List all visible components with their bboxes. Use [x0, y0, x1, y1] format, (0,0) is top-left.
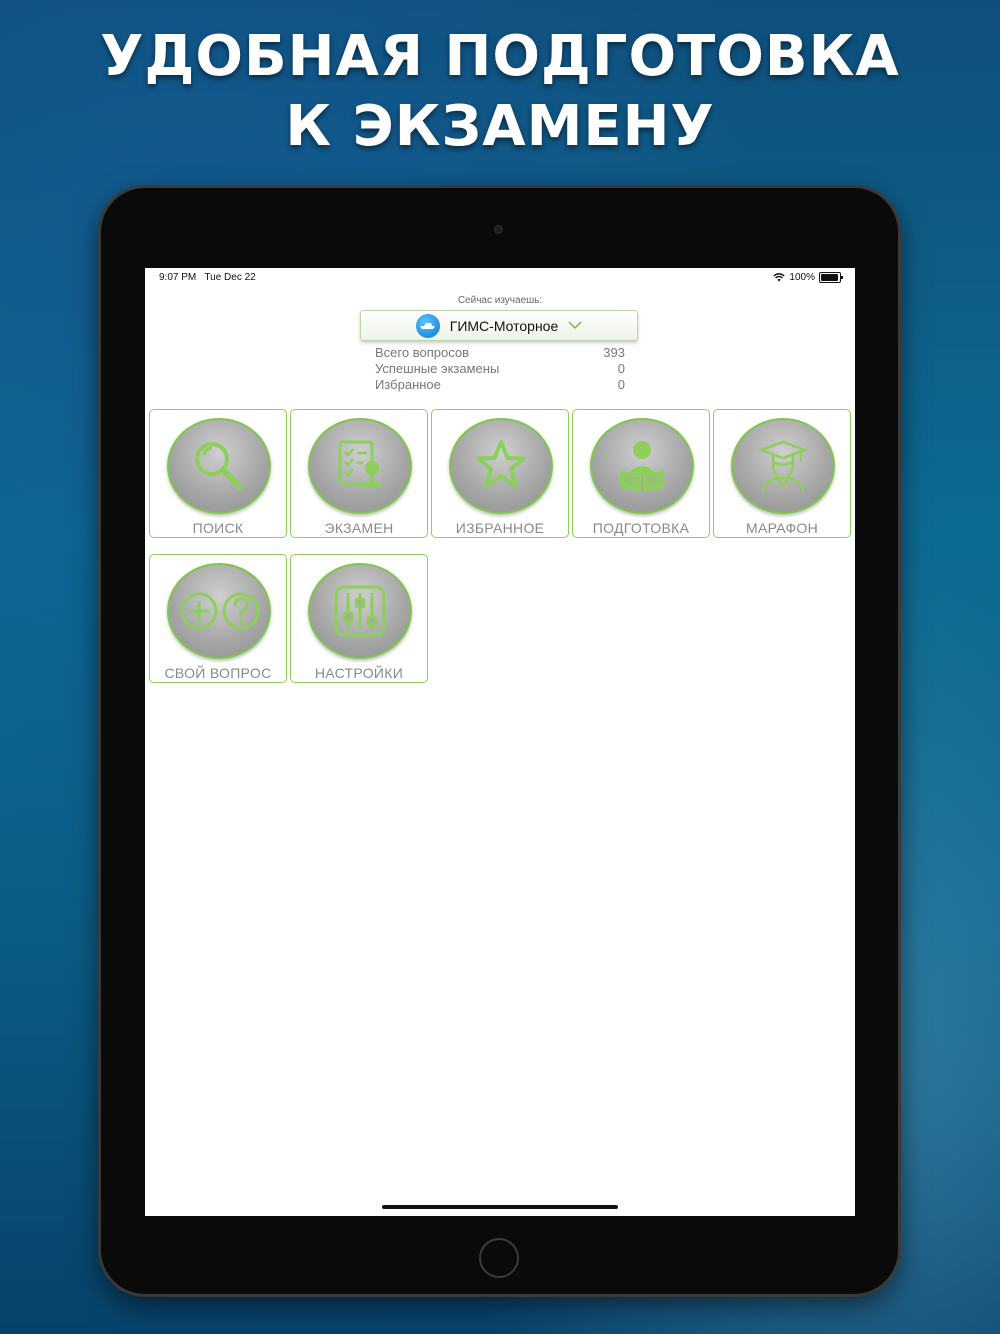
subject-caption: Сейчас изучаешь: [457, 295, 543, 306]
tile-label: НАСТРОЙКИ [314, 665, 404, 681]
camera-icon [494, 225, 503, 234]
tile-exam[interactable]: ЭКЗАМЕН [290, 409, 428, 538]
headline-line-1: УДОБНАЯ ПОДГОТОВКА [100, 24, 900, 89]
app-screen: 9:07 PM Tue Dec 22 100% Сейчас изучаешь:… [145, 268, 855, 1216]
stat-row: Успешные экзамены 0 [375, 361, 625, 377]
tile-label: ПОДГОТОВКА [592, 520, 690, 536]
stat-row: Избранное 0 [375, 377, 625, 393]
star-icon [449, 418, 553, 514]
stat-label: Всего вопросов [375, 345, 469, 360]
battery-percent: 100% [789, 272, 815, 283]
add-question-icon [167, 563, 271, 659]
stat-row: Всего вопросов 393 [375, 345, 625, 361]
battery-icon [819, 272, 843, 283]
tile-label: ИЗБРАННОЕ [455, 520, 545, 536]
tile-marathon[interactable]: МАРАФОН [713, 409, 851, 538]
subject-name: ГИМС-Моторное [449, 317, 559, 334]
home-button[interactable] [479, 1238, 519, 1278]
stat-value: 393 [603, 345, 625, 360]
sliders-icon [308, 563, 412, 659]
tile-settings[interactable]: НАСТРОЙКИ [290, 554, 428, 683]
boat-icon [415, 313, 440, 338]
status-date: Tue Dec 22 [204, 272, 256, 283]
graduate-icon [731, 418, 835, 514]
wifi-icon [773, 273, 786, 282]
stats-panel: Всего вопросов 393 Успешные экзамены 0 И… [375, 345, 625, 393]
stat-value: 0 [617, 377, 625, 392]
status-clock: 9:07 PM [159, 272, 197, 283]
stat-value: 0 [617, 361, 625, 376]
stat-label: Избранное [375, 377, 441, 392]
search-icon [167, 418, 271, 514]
exam-checklist-icon [308, 418, 412, 514]
tile-study[interactable]: ПОДГОТОВКА [572, 409, 710, 538]
status-time: 9:07 PM Tue Dec 22 [159, 272, 256, 283]
status-right: 100% [773, 272, 843, 283]
stat-label: Успешные экзамены [375, 361, 500, 376]
headline-line-2: К ЭКЗАМЕНУ [285, 94, 715, 159]
tile-own-question[interactable]: СВОЙ ВОПРОС [149, 554, 287, 683]
tile-search[interactable]: ПОИСК [149, 409, 287, 538]
tile-label: СВОЙ ВОПРОС [164, 665, 272, 681]
status-bar: 9:07 PM Tue Dec 22 100% [145, 268, 855, 288]
reading-person-icon [590, 418, 694, 514]
tile-label: ЭКЗАМЕН [324, 520, 394, 536]
promo-headline: УДОБНАЯ ПОДГОТОВКА К ЭКЗАМЕНУ [0, 22, 1000, 162]
tile-label: МАРАФОН [745, 520, 819, 536]
chevron-down-icon [568, 321, 582, 330]
home-indicator[interactable] [382, 1205, 618, 1209]
tile-favorites[interactable]: ИЗБРАННОЕ [431, 409, 569, 538]
subject-selector[interactable]: ГИМС-Моторное [360, 310, 638, 341]
tile-label: ПОИСК [192, 520, 244, 536]
